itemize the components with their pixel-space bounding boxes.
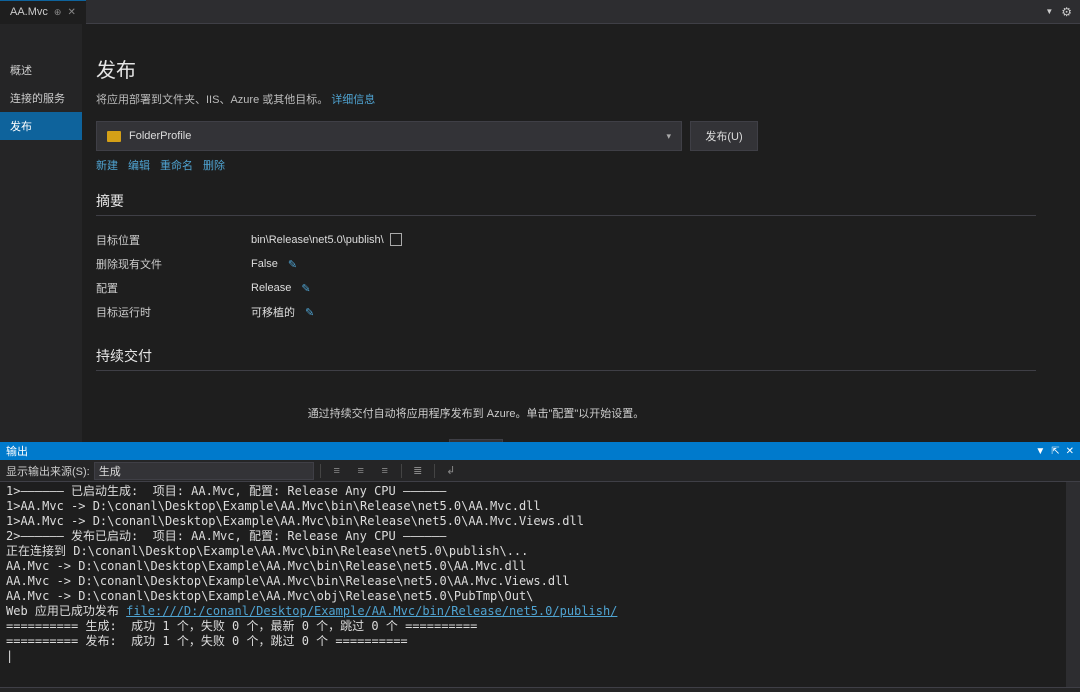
tab-overflow-icon[interactable]: ▼ bbox=[1045, 7, 1053, 16]
delete-link[interactable]: 删除 bbox=[203, 157, 225, 173]
pencil-icon[interactable]: ✎ bbox=[305, 306, 314, 319]
close-icon[interactable]: ✕ bbox=[1066, 446, 1074, 457]
rename-link[interactable]: 重命名 bbox=[160, 157, 193, 173]
pencil-icon[interactable]: ✎ bbox=[288, 258, 297, 271]
sidebar-item-publish[interactable]: 发布 bbox=[0, 112, 82, 140]
profile-dropdown[interactable]: FolderProfile ▾ bbox=[96, 121, 682, 151]
file-tab[interactable]: AA.Mvc ⊕ ✕ bbox=[0, 0, 86, 24]
scrollbar[interactable] bbox=[1066, 482, 1080, 687]
cd-heading: 持续交付 bbox=[96, 346, 1036, 371]
indent-left-icon[interactable]: ≡ bbox=[327, 462, 347, 480]
chevron-down-icon: ▾ bbox=[666, 131, 671, 142]
summary-heading: 摘要 bbox=[96, 191, 1036, 216]
configure-button[interactable]: 配置 bbox=[449, 439, 503, 442]
output-panel-header: 输出 ▼ ⇱ ✕ bbox=[0, 442, 1080, 460]
folder-icon bbox=[107, 131, 121, 142]
publish-button[interactable]: 发布(U) bbox=[690, 121, 758, 151]
summary-row-config: 配置 Release ✎ bbox=[96, 276, 1080, 300]
output-source-label: 显示输出来源(S): bbox=[6, 463, 90, 479]
page-title: 发布 bbox=[96, 54, 1080, 83]
indent-right-icon[interactable]: ≡ bbox=[351, 462, 371, 480]
page-subtitle: 将应用部署到文件夹、IIS、Azure 或其他目标。 详细信息 bbox=[96, 91, 1080, 107]
summary-row-target: 目标位置 bin\Release\net5.0\publish\ bbox=[96, 228, 1080, 252]
cd-description: 通过持续交付自动将应用程序发布到 Azure。单击"配置"以开始设置。 bbox=[96, 383, 856, 439]
output-title: 输出 bbox=[6, 443, 28, 459]
output-body[interactable]: 1>—————— 已启动生成: 项目: AA.Mvc, 配置: Release … bbox=[0, 482, 1080, 687]
output-toolbar: 显示输出来源(S): 生成 ≡ ≡ ≡ ≣ ↲ bbox=[0, 460, 1080, 482]
details-link[interactable]: 详细信息 bbox=[331, 94, 375, 106]
output-source-select[interactable]: 生成 bbox=[94, 462, 314, 480]
pin-icon[interactable]: ⊕ bbox=[54, 7, 62, 18]
pencil-icon[interactable]: ✎ bbox=[301, 282, 310, 295]
status-bar bbox=[0, 687, 1080, 692]
edit-link[interactable]: 编辑 bbox=[128, 157, 150, 173]
sidebar-item-overview[interactable]: 概述 bbox=[0, 56, 82, 84]
dropdown-icon[interactable]: ▼ bbox=[1035, 446, 1045, 457]
copy-icon[interactable] bbox=[392, 235, 402, 246]
clear-icon[interactable]: ≣ bbox=[408, 462, 428, 480]
gear-icon[interactable]: ⚙ bbox=[1061, 5, 1072, 19]
tab-bar: AA.Mvc ⊕ ✕ ▼ ⚙ bbox=[0, 0, 1080, 24]
sidebar: 概述 连接的服务 发布 bbox=[0, 24, 82, 442]
profile-name: FolderProfile bbox=[129, 130, 191, 142]
content-area: 发布 将应用部署到文件夹、IIS、Azure 或其他目标。 详细信息 Folde… bbox=[82, 24, 1080, 442]
tab-title: AA.Mvc bbox=[10, 6, 48, 18]
summary-row-delete: 删除现有文件 False ✎ bbox=[96, 252, 1080, 276]
summary-row-runtime: 目标运行时 可移植的 ✎ bbox=[96, 300, 1080, 324]
published-link[interactable]: file:///D:/conanl/Desktop/Example/AA.Mvc… bbox=[126, 604, 617, 618]
wrap-icon[interactable]: ↲ bbox=[441, 462, 461, 480]
sidebar-item-services[interactable]: 连接的服务 bbox=[0, 84, 82, 112]
close-icon[interactable]: ✕ bbox=[67, 7, 75, 18]
indent-icon[interactable]: ≡ bbox=[375, 462, 395, 480]
new-link[interactable]: 新建 bbox=[96, 157, 118, 173]
pin-icon[interactable]: ⇱ bbox=[1051, 446, 1059, 457]
